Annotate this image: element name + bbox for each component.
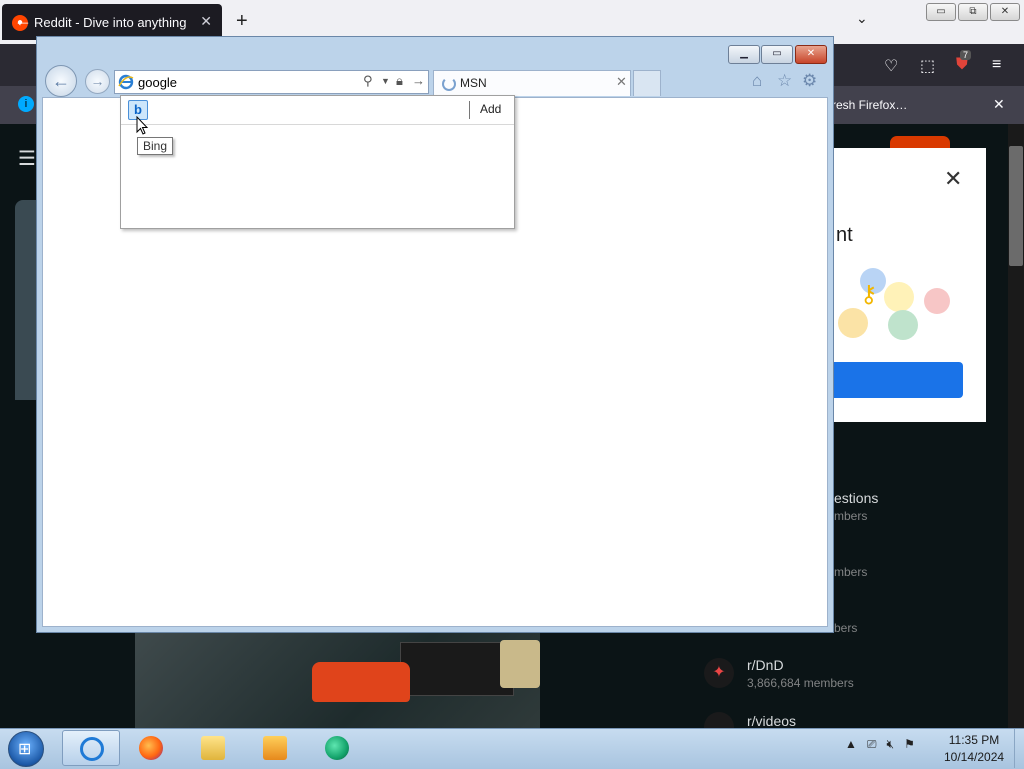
taskbar-explorer-button[interactable] xyxy=(184,730,242,766)
windows-logo-icon: ⊞ xyxy=(18,741,32,758)
community-members: 3,866,684 members xyxy=(747,676,854,690)
taskbar-ie-button[interactable] xyxy=(62,730,120,766)
info-icon: i xyxy=(18,96,34,112)
lock-icon[interactable]: 🔒︎ xyxy=(396,73,403,89)
action-center-flag-icon[interactable]: ⚑ xyxy=(904,737,915,751)
favorites-star-icon[interactable]: ☆ xyxy=(777,71,792,91)
system-tray: ▲ ⎚ 🔇︎ ⚑ xyxy=(845,737,915,752)
modal-primary-button[interactable] xyxy=(834,362,963,398)
community-members: mbers xyxy=(834,509,868,523)
taskbar-clock-date[interactable]: 10/14/2024 xyxy=(944,750,1004,764)
community-name[interactable]: r/DnD xyxy=(747,657,784,673)
ie-tab-msn[interactable]: MSN ✕ xyxy=(433,70,631,96)
ie-taskbar-icon xyxy=(80,737,104,761)
start-button[interactable]: ⊞ xyxy=(8,731,44,767)
notification-text[interactable]: resh Firefox… xyxy=(832,98,907,112)
thumbnail-box-object xyxy=(400,642,514,696)
firefox-close-button[interactable]: ✕ xyxy=(990,3,1020,21)
mouse-cursor-icon xyxy=(136,116,149,135)
media-player-taskbar-icon xyxy=(263,736,287,760)
ie-tab-close-icon[interactable]: ✕ xyxy=(616,74,627,90)
firefox-tab-close-icon[interactable]: ✕ xyxy=(200,13,212,30)
firefox-restore-button[interactable]: ⧉ xyxy=(958,3,988,21)
settings-gear-icon[interactable]: ⚙ xyxy=(802,71,817,91)
app-taskbar-icon xyxy=(325,736,349,760)
taskbar-firefox-button[interactable] xyxy=(122,730,180,766)
page-scrollbar-thumb[interactable] xyxy=(1009,146,1023,266)
go-arrow-icon[interactable]: → xyxy=(412,73,425,88)
firefox-tab-title: Reddit - Dive into anything xyxy=(34,15,187,30)
bing-tooltip: Bing xyxy=(137,137,174,155)
ie-minimize-button[interactable]: ▁ xyxy=(728,45,760,64)
search-dropdown-icon[interactable]: ▼ xyxy=(381,76,390,86)
firefox-taskbar-icon xyxy=(139,736,163,760)
show-desktop-button[interactable] xyxy=(1014,729,1024,768)
ie-tab-label: MSN xyxy=(460,76,487,90)
reddit-menu-icon[interactable]: ☰ xyxy=(18,146,36,171)
show-hidden-icons-icon[interactable]: ▲ xyxy=(845,737,857,751)
ie-close-button[interactable]: ✕ xyxy=(795,45,827,64)
firefox-new-tab-button[interactable]: + xyxy=(236,10,248,33)
thumbnail-butter-dish xyxy=(312,662,410,702)
search-suggestions-dropdown: b Add xyxy=(120,95,515,229)
dnd-community-icon: ✦ xyxy=(704,658,734,688)
ie-address-input[interactable] xyxy=(138,74,338,90)
search-provider-row: b Add xyxy=(121,96,514,125)
ie-page-icon xyxy=(118,74,134,90)
firefox-back-arrow-icon[interactable]: ← xyxy=(14,10,32,31)
community-name[interactable]: estions xyxy=(834,490,878,506)
notification-close-icon[interactable]: ✕ xyxy=(993,96,1005,113)
modal-title: nt xyxy=(836,224,853,246)
extensions-icon[interactable]: ⬚ xyxy=(920,56,935,76)
thumbnail-jar xyxy=(500,640,540,688)
ie-restore-button[interactable]: ▭ xyxy=(761,45,793,64)
add-provider-button[interactable]: Add xyxy=(480,102,501,116)
community-name[interactable]: r/videos xyxy=(747,713,796,729)
modal-close-icon[interactable]: ✕ xyxy=(944,166,962,192)
ie-forward-arrow-icon[interactable]: → xyxy=(85,69,110,94)
loading-spinner-icon xyxy=(442,77,456,91)
folder-taskbar-icon xyxy=(201,736,225,760)
taskbar-media-player-button[interactable] xyxy=(246,730,304,766)
key-icon: ⚷ xyxy=(860,281,878,308)
taskbar-app-button[interactable] xyxy=(308,730,366,766)
home-icon[interactable]: ⌂ xyxy=(752,71,762,91)
ie-new-tab-button[interactable] xyxy=(633,70,661,96)
keys-illustration: ⚷ xyxy=(836,258,966,348)
firefox-tab-list-button[interactable]: ⌄ xyxy=(856,10,868,27)
firefox-minimize-button[interactable]: ▭ xyxy=(926,3,956,21)
extension-badge: 7 xyxy=(960,50,972,60)
search-icon[interactable]: ⚲ xyxy=(363,73,373,89)
ie-back-arrow-icon[interactable]: ← xyxy=(45,65,77,97)
dropdown-separator xyxy=(469,101,470,119)
taskbar-clock-time[interactable]: 11:35 PM xyxy=(944,733,1004,747)
network-icon[interactable]: ⎚ xyxy=(867,737,877,751)
ie-address-bar[interactable]: ⚲ ▼ 🔒︎ → xyxy=(114,70,429,94)
volume-muted-icon[interactable]: 🔇︎ xyxy=(887,737,895,751)
community-members: bers xyxy=(834,621,858,635)
post-card-edge xyxy=(15,200,36,400)
firefox-tab-reddit[interactable]: ● Reddit - Dive into anything ✕ xyxy=(2,4,222,40)
firefox-menu-icon[interactable]: ≡ xyxy=(992,56,1001,74)
pocket-icon[interactable]: ♡ xyxy=(884,56,898,76)
community-members: mbers xyxy=(834,565,868,579)
